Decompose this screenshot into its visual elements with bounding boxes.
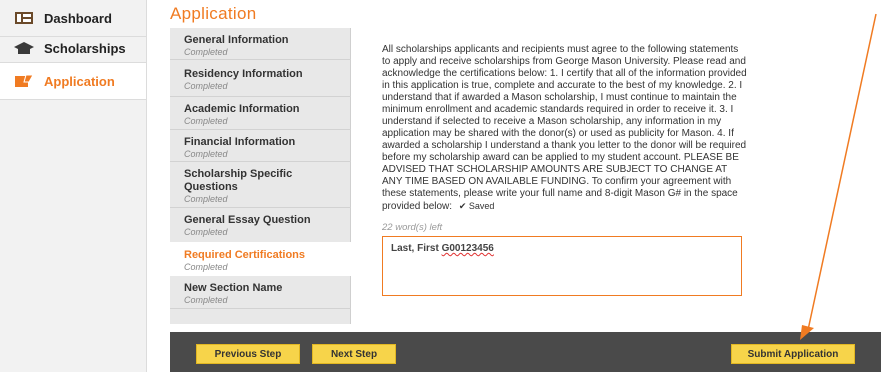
page-title: Application — [170, 4, 257, 23]
step-title: Residency Information — [184, 68, 303, 80]
step-divider — [170, 129, 351, 130]
certification-panel: All scholarships applicants and recipien… — [352, 28, 881, 324]
step-title: General Information — [184, 34, 289, 46]
step-required-certifications[interactable]: Required Certifications Completed — [170, 242, 351, 276]
left-nav: Dashboard Scholarships Application — [0, 0, 147, 372]
certification-body: All scholarships applicants and recipien… — [382, 44, 747, 212]
step-title: Scholarship Specific Questions — [184, 168, 293, 193]
step-title: Financial Information — [184, 136, 296, 148]
step-status: Completed — [184, 149, 228, 159]
step-title: New Section Name — [184, 282, 283, 294]
nav-item-scholarships[interactable]: Scholarships — [0, 30, 146, 66]
step-title: Required Certifications — [184, 249, 306, 261]
step-status: Completed — [184, 227, 228, 237]
certification-text: All scholarships applicants and recipien… — [382, 44, 748, 213]
certification-answer-textarea[interactable]: Last, First G00123456 — [382, 236, 742, 296]
saved-label: Saved — [468, 201, 495, 211]
previous-step-button[interactable]: Previous Step — [196, 344, 300, 364]
word-count-remaining: 22 word(s) left — [382, 222, 443, 233]
submit-application-button[interactable]: Submit Application — [731, 344, 855, 364]
step-title: General Essay Question — [184, 214, 311, 226]
step-divider — [170, 161, 351, 162]
step-new-section-name[interactable]: New Section Name Completed — [170, 282, 351, 306]
action-footer: Previous Step Next Step Submit Applicati… — [170, 332, 881, 372]
nav-divider — [0, 99, 146, 100]
application-icon — [14, 73, 34, 89]
next-step-button[interactable]: Next Step — [312, 344, 396, 364]
nav-item-label: Application — [44, 73, 115, 89]
step-title: Academic Information — [184, 103, 300, 115]
step-scholarship-specific-questions[interactable]: Scholarship Specific Questions Completed — [170, 168, 351, 205]
nav-item-label: Scholarships — [44, 40, 126, 56]
step-status: Completed — [184, 295, 228, 305]
step-divider — [170, 96, 351, 97]
step-divider — [170, 308, 351, 309]
step-divider — [170, 207, 351, 208]
step-list: General Information Completed Residency … — [170, 28, 351, 324]
answer-name-text: Last, First — [391, 243, 442, 254]
graduation-cap-icon — [14, 40, 34, 56]
check-icon: ✔ — [458, 201, 467, 211]
answer-gnumber-text: G00123456 — [441, 243, 494, 254]
step-academic-information[interactable]: Academic Information Completed — [170, 103, 351, 127]
step-status: Completed — [184, 47, 228, 57]
step-divider — [170, 59, 351, 60]
step-status: Completed — [184, 116, 228, 126]
nav-item-application[interactable]: Application — [0, 63, 146, 99]
step-residency-information[interactable]: Residency Information Completed — [170, 68, 351, 92]
step-status: Completed — [184, 262, 228, 272]
step-financial-information[interactable]: Financial Information Completed — [170, 136, 351, 160]
saved-indicator: ✔ Saved — [459, 201, 495, 211]
nav-item-label: Dashboard — [44, 10, 112, 26]
step-general-essay-question[interactable]: General Essay Question Completed — [170, 214, 351, 238]
step-general-information[interactable]: General Information Completed — [170, 34, 351, 58]
dashboard-icon — [14, 10, 34, 26]
step-status: Completed — [184, 194, 228, 204]
step-status: Completed — [184, 81, 228, 91]
